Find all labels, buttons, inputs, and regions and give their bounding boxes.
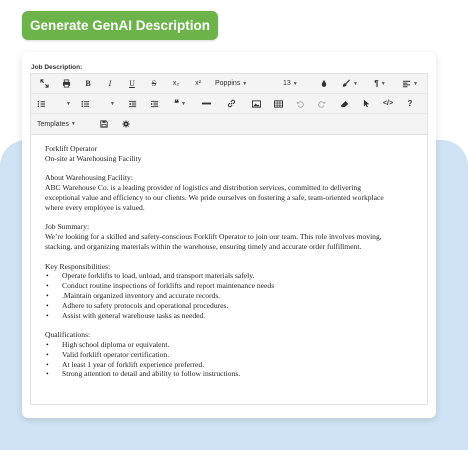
summary-text-line: We’re looking for a skilled and safety-c… [45, 232, 382, 242]
bold-button[interactable]: B [77, 76, 99, 92]
font-family-select[interactable]: Poppins ▼ [209, 76, 279, 92]
bold-label: B [85, 79, 91, 88]
editor-toolbar: B I U S x₂ x² Poppins ▼ 13 ▼ ▼ ¶ ▼ ▼ ▼ ▼… [31, 74, 427, 135]
templates-dropdown[interactable]: Templates ▼ [33, 116, 93, 132]
eraser-icon[interactable] [333, 96, 355, 112]
bullet-list-icon [81, 100, 90, 107]
help-icon[interactable]: ? [399, 96, 421, 112]
underline-button[interactable]: U [121, 76, 143, 92]
ordered-list-dropdown[interactable]: ▼ [33, 96, 77, 112]
align-dropdown[interactable]: ▼ [395, 76, 425, 92]
brush-icon [342, 79, 351, 87]
redo-icon[interactable] [311, 96, 333, 112]
outdent-icon[interactable] [121, 96, 143, 112]
code-view-icon[interactable]: </> [377, 96, 399, 112]
quote-dropdown[interactable]: ❝ ▼ [165, 96, 195, 112]
code-glyph: </> [382, 100, 394, 107]
link-icon[interactable] [217, 96, 245, 112]
ordered-list-icon [37, 100, 46, 107]
subscript-button[interactable]: x₂ [165, 76, 187, 92]
chevron-down-icon: ▼ [110, 100, 115, 107]
subscript-label: x₂ [172, 80, 180, 87]
chevron-down-icon: ▼ [180, 100, 186, 107]
list-item: Conduct routine inspections of forklifts… [45, 281, 413, 291]
paragraph-dropdown[interactable]: ¶ ▼ [365, 76, 395, 92]
list-item: Adhere to safety protocols and operation… [45, 301, 413, 311]
list-item: Operate forklifts to load, unload, and t… [45, 271, 413, 281]
text-color-icon[interactable] [313, 76, 335, 92]
about-text-line: exceptional value and efficiency to our … [45, 192, 384, 202]
settings-gear-icon[interactable] [115, 116, 137, 132]
table-icon[interactable] [267, 96, 289, 112]
list-item: High school diploma or equivalent. [45, 340, 413, 350]
horizontal-rule-icon[interactable] [195, 96, 217, 112]
print-icon[interactable] [55, 76, 77, 92]
toolbar-row-2: ▼ ▼ ❝ ▼ </> ? [31, 94, 427, 114]
image-icon[interactable] [245, 96, 267, 112]
strikethrough-label: S [151, 79, 157, 88]
qualifications-list: High school diploma or equivalent. Valid… [45, 340, 413, 379]
superscript-button[interactable]: x² [187, 76, 209, 92]
rich-text-editor: B I U S x₂ x² Poppins ▼ 13 ▼ ▼ ¶ ▼ ▼ ▼ ▼… [30, 73, 428, 405]
align-left-icon [402, 80, 411, 87]
editor-content[interactable]: Forklift Operator On-site at Warehousing… [31, 135, 427, 379]
toolbar-row-1: B I U S x₂ x² Poppins ▼ 13 ▼ ▼ ¶ ▼ ▼ [31, 74, 427, 94]
font-size-select[interactable]: 13 ▼ [279, 76, 313, 92]
question-glyph: ? [407, 99, 413, 108]
toolbar-row-3: Templates ▼ [31, 114, 427, 134]
job-description-label: Job Description: [31, 64, 83, 71]
responsibilities-heading: Key Responsibilities: [45, 261, 111, 271]
chevron-down-icon: ▼ [353, 80, 358, 87]
fullscreen-icon[interactable] [33, 76, 55, 92]
save-icon[interactable] [93, 116, 115, 132]
list-item: Assist with general warehouse tasks as n… [45, 311, 413, 321]
summary-text-line: stacking, and organizing materials withi… [45, 241, 362, 251]
chevron-down-icon: ▼ [292, 80, 298, 87]
about-text-line: where every employee is valued. [45, 202, 145, 212]
chevron-down-icon: ▼ [66, 100, 71, 107]
unordered-list-dropdown[interactable]: ▼ [77, 96, 121, 112]
chevron-down-icon: ▼ [70, 121, 76, 127]
qualifications-heading: Qualifications: [45, 330, 91, 340]
list-item: Valid forklift operator certification. [45, 350, 413, 360]
italic-label: I [108, 79, 112, 88]
font-family-value: Poppins [215, 80, 241, 87]
responsibilities-list: Operate forklifts to load, unload, and t… [45, 271, 413, 320]
list-item: At least 1 year of forklift experience p… [45, 360, 413, 370]
list-item: .Maintain organized inventory and accura… [45, 291, 413, 301]
about-heading: About Warehousing Facility: [45, 173, 133, 183]
job-title-line: Forklift Operator [45, 144, 98, 153]
job-location-line: On-site at Warehousing Facility [45, 153, 142, 163]
summary-heading: Job Summary: [45, 222, 90, 232]
highlight-dropdown[interactable]: ▼ [335, 76, 365, 92]
generate-genai-description-button[interactable]: Generate GenAI Description [22, 11, 218, 40]
undo-icon[interactable] [289, 96, 311, 112]
chevron-down-icon: ▼ [242, 80, 248, 87]
underline-label: U [129, 79, 135, 88]
italic-button[interactable]: I [99, 76, 121, 92]
quote-icon: ❝ [174, 98, 179, 108]
list-item: Strong attention to detail and ability t… [45, 369, 413, 379]
indent-icon[interactable] [143, 96, 165, 112]
about-text-line: ABC Warehouse Co. is a leading provider … [45, 183, 362, 193]
job-description-card: Job Description: B I U S x₂ x² Poppins ▼ [22, 52, 436, 418]
chevron-down-icon: ▼ [413, 80, 418, 87]
pilcrow-icon: ¶ [374, 79, 379, 88]
superscript-label: x² [195, 80, 201, 87]
font-size-value: 13 [283, 80, 291, 87]
templates-label: Templates [37, 120, 69, 128]
cursor-icon[interactable] [355, 96, 377, 112]
strikethrough-button[interactable]: S [143, 76, 165, 92]
chevron-down-icon: ▼ [380, 80, 386, 87]
